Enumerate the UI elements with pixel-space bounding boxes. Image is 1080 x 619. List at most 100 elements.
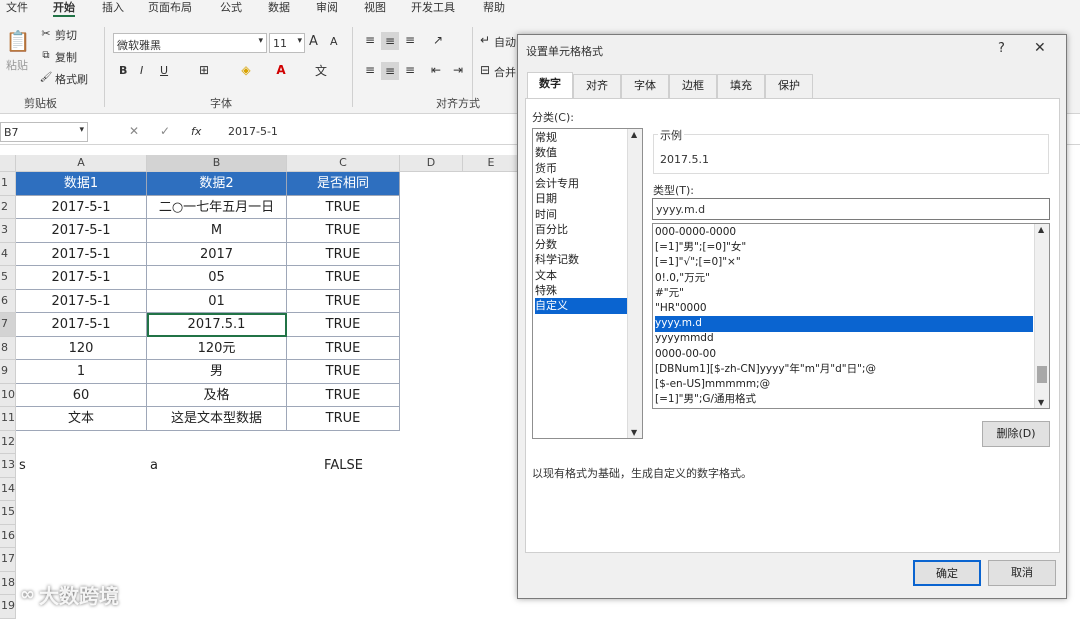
copy-button[interactable]: 复制 — [55, 49, 77, 65]
format-code-item[interactable]: yyyymmdd — [655, 331, 1033, 346]
format-code-item[interactable]: "HR"0000 — [655, 301, 1033, 316]
scroll-up-icon[interactable]: ▲ — [631, 130, 637, 139]
table-cell[interactable]: 是否相同 — [287, 172, 400, 196]
chevron-down-icon[interactable]: ▾ — [258, 36, 263, 46]
close-button[interactable]: ✕ — [1034, 40, 1046, 56]
table-cell[interactable]: s — [16, 454, 147, 478]
menu-review[interactable]: 审阅 — [316, 0, 338, 15]
insert-function-button[interactable]: fx — [191, 125, 201, 138]
format-code-item[interactable]: [=1]"男";[=0]"女" — [655, 240, 1033, 255]
merge-icon[interactable]: ⊟ — [478, 63, 492, 77]
format-code-item[interactable]: [DBNum1][$-zh-CN]yyyy"年"m"月"d"日";@ — [655, 362, 1033, 377]
table-cell[interactable]: FALSE — [287, 454, 400, 478]
row-header[interactable]: 19 — [0, 595, 16, 619]
indent-increase-icon[interactable]: ⇥ — [450, 62, 466, 78]
row-header[interactable]: 9 — [0, 360, 16, 384]
indent-decrease-icon[interactable]: ⇤ — [428, 62, 444, 78]
row-header[interactable]: 13 — [0, 454, 16, 478]
table-cell[interactable]: a — [147, 454, 287, 478]
table-cell[interactable]: TRUE — [287, 266, 400, 290]
font-color-icon[interactable]: A — [273, 62, 289, 78]
table-cell[interactable]: 2017-5-1 — [16, 195, 147, 219]
menu-help[interactable]: 帮助 — [483, 0, 505, 15]
row-header[interactable]: 6 — [0, 289, 16, 313]
merge-button[interactable]: 合并 — [494, 64, 516, 80]
format-code-list[interactable]: 000-0000-0000 [=1]"男";[=0]"女" [=1]"√";[=0]… — [652, 223, 1050, 409]
table-cell[interactable]: 及格 — [147, 383, 287, 407]
align-center-icon[interactable]: ≡ — [381, 62, 399, 80]
phonetic-icon[interactable]: 文 — [313, 62, 329, 78]
shrink-font-button[interactable]: A — [330, 35, 338, 48]
menu-page-layout[interactable]: 页面布局 — [148, 0, 192, 15]
menu-data[interactable]: 数据 — [268, 0, 290, 15]
align-middle-icon[interactable]: ≡ — [381, 32, 399, 50]
format-code-item[interactable]: [=1]"√";[=0]"×" — [655, 255, 1033, 270]
category-scrollbar[interactable]: ▲ ▼ — [627, 129, 642, 438]
table-cell[interactable]: 文本 — [16, 407, 147, 431]
table-cell[interactable]: TRUE — [287, 195, 400, 219]
enter-icon[interactable]: ✓ — [158, 124, 172, 138]
table-cell[interactable]: M — [147, 219, 287, 243]
table-cell[interactable]: 60 — [16, 383, 147, 407]
table-cell[interactable]: 01 — [147, 289, 287, 313]
table-cell[interactable]: 这是文本型数据 — [147, 407, 287, 431]
row-header[interactable]: 11 — [0, 407, 16, 431]
table-cell[interactable]: 2017-5-1 — [16, 313, 147, 337]
table-cell[interactable]: 1 — [16, 360, 147, 384]
category-item[interactable]: 时间 — [535, 207, 627, 222]
table-cell[interactable]: TRUE — [287, 336, 400, 360]
tab-number[interactable]: 数字 — [527, 72, 573, 99]
format-painter-icon[interactable]: 🖌 — [40, 70, 53, 84]
table-cell[interactable]: 2017-5-1 — [16, 289, 147, 313]
paste-icon[interactable]: 📋 — [4, 27, 32, 55]
help-button[interactable]: ? — [998, 41, 1005, 56]
row-header[interactable]: 10 — [0, 383, 16, 407]
active-cell[interactable]: 2017.5.1 — [147, 313, 287, 337]
bold-button[interactable]: B — [119, 64, 127, 77]
border-icon[interactable]: ⊞ — [196, 62, 212, 78]
column-header[interactable]: C — [287, 155, 400, 172]
table-cell[interactable]: 二○一七年五月一日 — [147, 195, 287, 219]
chevron-down-icon[interactable]: ▾ — [297, 36, 302, 46]
category-item[interactable]: 数值 — [535, 145, 627, 160]
format-code-item[interactable]: [$-en-US]mmmmm;@ — [655, 377, 1033, 392]
wrap-text-icon[interactable]: ↵ — [478, 33, 492, 47]
ok-button[interactable]: 确定 — [913, 560, 981, 586]
align-left-icon[interactable]: ≡ — [362, 62, 378, 78]
table-cell[interactable]: TRUE — [287, 219, 400, 243]
type-input[interactable]: yyyy.m.d — [652, 198, 1050, 220]
menu-formulas[interactable]: 公式 — [220, 0, 242, 15]
format-code-item[interactable]: 000-0000-0000 — [655, 225, 1033, 240]
table-cell[interactable]: TRUE — [287, 289, 400, 313]
format-code-item[interactable]: 0!.0,"万元" — [655, 271, 1033, 286]
format-painter-button[interactable]: 格式刷 — [55, 71, 88, 87]
table-cell[interactable]: 2017-5-1 — [16, 266, 147, 290]
row-header[interactable]: 14 — [0, 477, 16, 501]
table-cell[interactable]: TRUE — [287, 313, 400, 337]
tab-border[interactable]: 边框 — [669, 74, 717, 98]
table-cell[interactable]: 数据2 — [147, 172, 287, 196]
copy-icon[interactable]: ⧉ — [40, 48, 52, 62]
category-item[interactable]: 会计专用 — [535, 176, 627, 191]
format-code-item[interactable]: #"元" — [655, 286, 1033, 301]
row-header[interactable]: 3 — [0, 219, 16, 243]
cancel-icon[interactable]: ✕ — [127, 124, 141, 138]
category-list[interactable]: 常规 数值 货币 会计专用 日期 时间 百分比 分数 科学记数 文本 特殊 自定义 ▲ ▼ — [532, 128, 643, 439]
column-header[interactable]: B — [147, 155, 287, 172]
category-item[interactable]: 自定义 — [535, 298, 627, 314]
fill-color-icon[interactable]: ◈ — [238, 62, 254, 78]
category-item[interactable]: 分数 — [535, 237, 627, 252]
tab-protection[interactable]: 保护 — [765, 74, 813, 98]
row-header[interactable]: 8 — [0, 336, 16, 360]
formula-input[interactable]: 2017-5-1 — [228, 125, 278, 138]
table-cell[interactable]: TRUE — [287, 407, 400, 431]
tab-fill[interactable]: 填充 — [717, 74, 765, 98]
format-code-item[interactable]: yyyy.m.d — [655, 316, 1033, 332]
row-header[interactable]: 4 — [0, 242, 16, 266]
table-cell[interactable]: TRUE — [287, 360, 400, 384]
wrap-text-button[interactable]: 自动 — [494, 34, 516, 50]
table-cell[interactable]: 120元 — [147, 336, 287, 360]
paste-label[interactable]: 粘贴 — [6, 57, 28, 73]
format-code-item[interactable]: 0000-00-00 — [655, 347, 1033, 362]
table-cell[interactable]: 05 — [147, 266, 287, 290]
